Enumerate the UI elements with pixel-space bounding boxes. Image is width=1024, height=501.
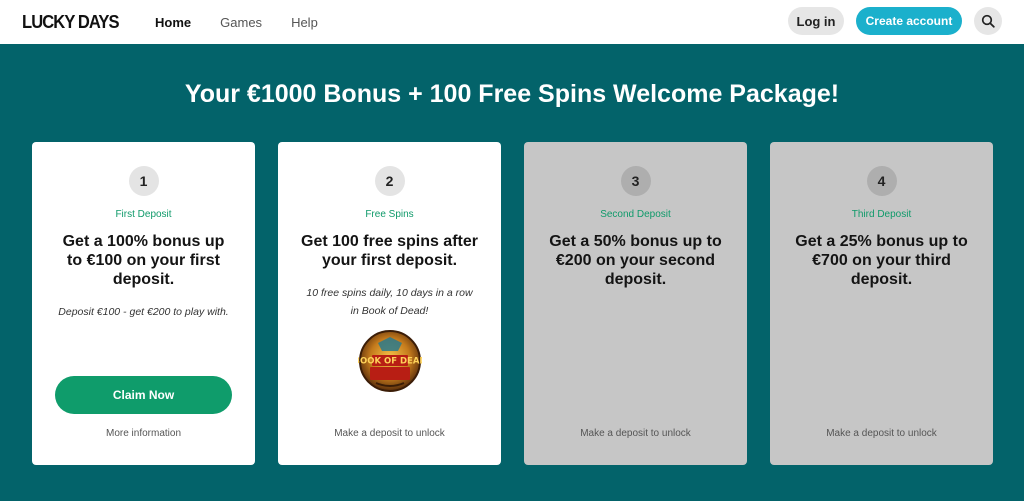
- bonus-card-first-deposit: 1 First Deposit Get a 100% bonus up to €…: [32, 142, 255, 465]
- claim-now-button[interactable]: Claim Now: [55, 376, 232, 414]
- step-label: Third Deposit: [851, 209, 912, 220]
- more-information-link[interactable]: More information: [32, 428, 255, 439]
- step-label: Second Deposit: [600, 209, 671, 220]
- bonus-card-free-spins: 2 Free Spins Get 100 free spins after yo…: [278, 142, 501, 465]
- nav-help[interactable]: Help: [291, 15, 318, 30]
- welcome-package-headline: Your €1000 Bonus + 100 Free Spins Welcom…: [184, 80, 840, 108]
- lucky-days-logo[interactable]: LUCKY DAYS: [22, 12, 120, 33]
- bonus-card-third-deposit: 4 Third Deposit Get a 25% bonus up to €7…: [770, 142, 993, 465]
- bonus-title: Get a 100% bonus up to €100 on your firs…: [62, 233, 225, 288]
- bonus-title: Get a 50% bonus up to €200 on your secon…: [549, 233, 722, 288]
- step-number-badge: 1: [128, 166, 159, 196]
- nav-home[interactable]: Home: [155, 15, 191, 30]
- search-button[interactable]: [974, 7, 1002, 35]
- header-actions: Log in Create account: [788, 7, 1002, 35]
- step-number-badge: 4: [866, 166, 897, 196]
- unlock-hint: Make a deposit to unlock: [580, 428, 691, 439]
- bonus-description: Deposit €100 - get €200 to play with.: [58, 306, 229, 318]
- top-navigation-bar: LUCKY DAYS Home Games Help Log in Create…: [0, 0, 1024, 44]
- step-number-badge: 2: [374, 166, 405, 196]
- nav-games[interactable]: Games: [220, 15, 262, 30]
- search-icon: [981, 14, 995, 28]
- book-of-dead-game-icon: BOOK OF DEAD: [353, 329, 426, 393]
- bonus-title: Get 100 free spins after your first depo…: [301, 233, 478, 269]
- bonus-title: Get a 25% bonus up to €700 on your third…: [795, 233, 968, 288]
- create-account-button[interactable]: Create account: [856, 7, 962, 35]
- unlock-hint: Make a deposit to unlock: [826, 428, 937, 439]
- bonus-card-second-deposit: 3 Second Deposit Get a 50% bonus up to €…: [524, 142, 747, 465]
- step-label: First Deposit: [115, 209, 172, 220]
- bonus-cards: 1 First Deposit Get a 100% bonus up to €…: [32, 142, 993, 465]
- login-button[interactable]: Log in: [788, 7, 844, 35]
- step-label: Free Spins: [365, 209, 414, 220]
- game-logo-lettering: BOOK OF DEAD: [358, 357, 422, 367]
- bonus-description: 10 free spins daily, 10 days in a row in…: [306, 287, 473, 317]
- unlock-hint: Make a deposit to unlock: [334, 428, 445, 439]
- main-nav: Home Games Help: [155, 15, 318, 30]
- step-number-badge: 3: [620, 166, 651, 196]
